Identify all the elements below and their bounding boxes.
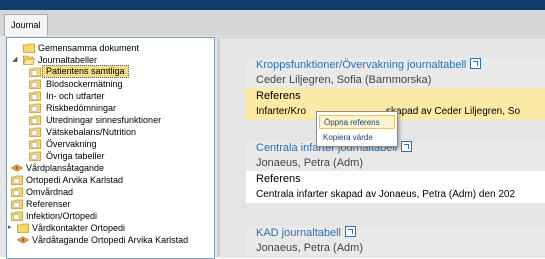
tree-item-overvakning[interactable]: Övervakning [23, 138, 211, 150]
document-folder-icon [11, 211, 23, 221]
journal-card-centrala-infarter: Centrala infarter journaltabell Jonaeus,… [246, 141, 545, 203]
document-folder-icon [29, 139, 41, 149]
folder-icon [17, 223, 29, 233]
pane-splitter[interactable] [217, 37, 220, 257]
open-external-icon[interactable] [401, 141, 413, 152]
tree-item-ovriga-tabeller[interactable]: Övriga tabeller [23, 150, 211, 162]
card-reference-text[interactable]: Centrala infarter skapad av Jonaeus, Pet… [246, 187, 545, 203]
tab-strip: Journal [0, 10, 545, 37]
journal-card-kad: KAD journaltabell Jonaeus, Petra (Adm) [246, 226, 545, 256]
card-reference-label: Referens [256, 173, 301, 185]
tree-item-infektion-ortopedi[interactable]: Infektion/Ortopedi [11, 210, 211, 222]
collapse-arrow-icon[interactable]: ◢ [12, 56, 18, 63]
care-plan-icon [11, 164, 23, 172]
tree-item-in-och-utfarter[interactable]: In- och utfarter [23, 90, 211, 102]
tree-item-vardatagande-ortopedi[interactable]: ▸ Vårdåtagande Ortopedi Arvika Karlstad [11, 234, 211, 246]
card-title[interactable]: Kroppsfunktioner/Övervakning journaltabe… [246, 58, 545, 73]
care-plan-icon [17, 236, 29, 244]
card-title[interactable]: KAD journaltabell [246, 226, 545, 241]
tree-item-riskbedomningar[interactable]: Riskbedömningar [23, 102, 211, 114]
open-external-icon[interactable] [470, 58, 482, 69]
document-folder-icon [29, 127, 41, 137]
document-folder-icon [29, 115, 41, 125]
context-menu: Öppna referens Kopiera värde [316, 111, 398, 147]
menu-item-open-reference[interactable]: Öppna referens [319, 115, 395, 129]
tree-item-referenser[interactable]: Referenser [11, 198, 211, 210]
tree-item-vardplansatagande[interactable]: Vårdplansåtagande [11, 162, 211, 174]
card-author: Jonaeus, Petra (Adm) [246, 241, 545, 256]
tree-item-patientens-samtliga[interactable]: Patientens samtliga [23, 65, 211, 78]
document-folder-icon [29, 91, 41, 101]
folder-open-icon [23, 55, 35, 65]
tree-item-blodsockermatning[interactable]: Blodsockermätning [23, 78, 211, 90]
tab-journal[interactable]: Journal [4, 14, 48, 36]
folder-icon [23, 43, 35, 53]
tree-item-vardkontakter-ortopedi[interactable]: ▸ Vårdkontakter Ortopedi [8, 222, 211, 234]
document-folder-icon [29, 151, 41, 161]
expand-arrow-icon[interactable]: ▸ [8, 224, 14, 231]
card-author: Jonaeus, Petra (Adm) [246, 156, 545, 171]
document-folder-icon [29, 67, 41, 77]
menu-item-copy-value[interactable]: Kopiera värde [319, 131, 395, 145]
tree-item-gemensamma-dokument[interactable]: Gemensamma dokument [11, 42, 211, 54]
tree-item-utredningar-sinnesfunktioner[interactable]: Utredningar sinnesfunktioner [23, 114, 211, 126]
card-reference-label: Referens [246, 88, 545, 104]
tree-item-omvardnad[interactable]: Omvårdnad [11, 186, 211, 198]
journal-content: Kroppsfunktioner/Övervakning journaltabe… [221, 37, 545, 258]
window-titlebar [0, 0, 545, 10]
tree-item-vatskebalans-nutrition[interactable]: Vätskebalans/Nutrition [23, 126, 211, 138]
document-folder-icon [29, 79, 41, 89]
open-external-icon[interactable] [345, 226, 356, 237]
expand-arrow-icon[interactable]: ▸ [11, 236, 14, 243]
navigation-tree[interactable]: Gemensamma dokument ◢ Journaltabeller Pa… [6, 37, 215, 259]
document-folder-icon [11, 187, 23, 197]
tree-item-ortopedi-arvika-karlstad[interactable]: Ortopedi Arvika Karlstad [11, 174, 211, 186]
document-folder-icon [11, 199, 23, 209]
card-author: Ceder Liljegren, Sofia (Barnmorska) [246, 73, 545, 88]
document-folder-icon [29, 103, 41, 113]
document-folder-icon [11, 175, 23, 185]
